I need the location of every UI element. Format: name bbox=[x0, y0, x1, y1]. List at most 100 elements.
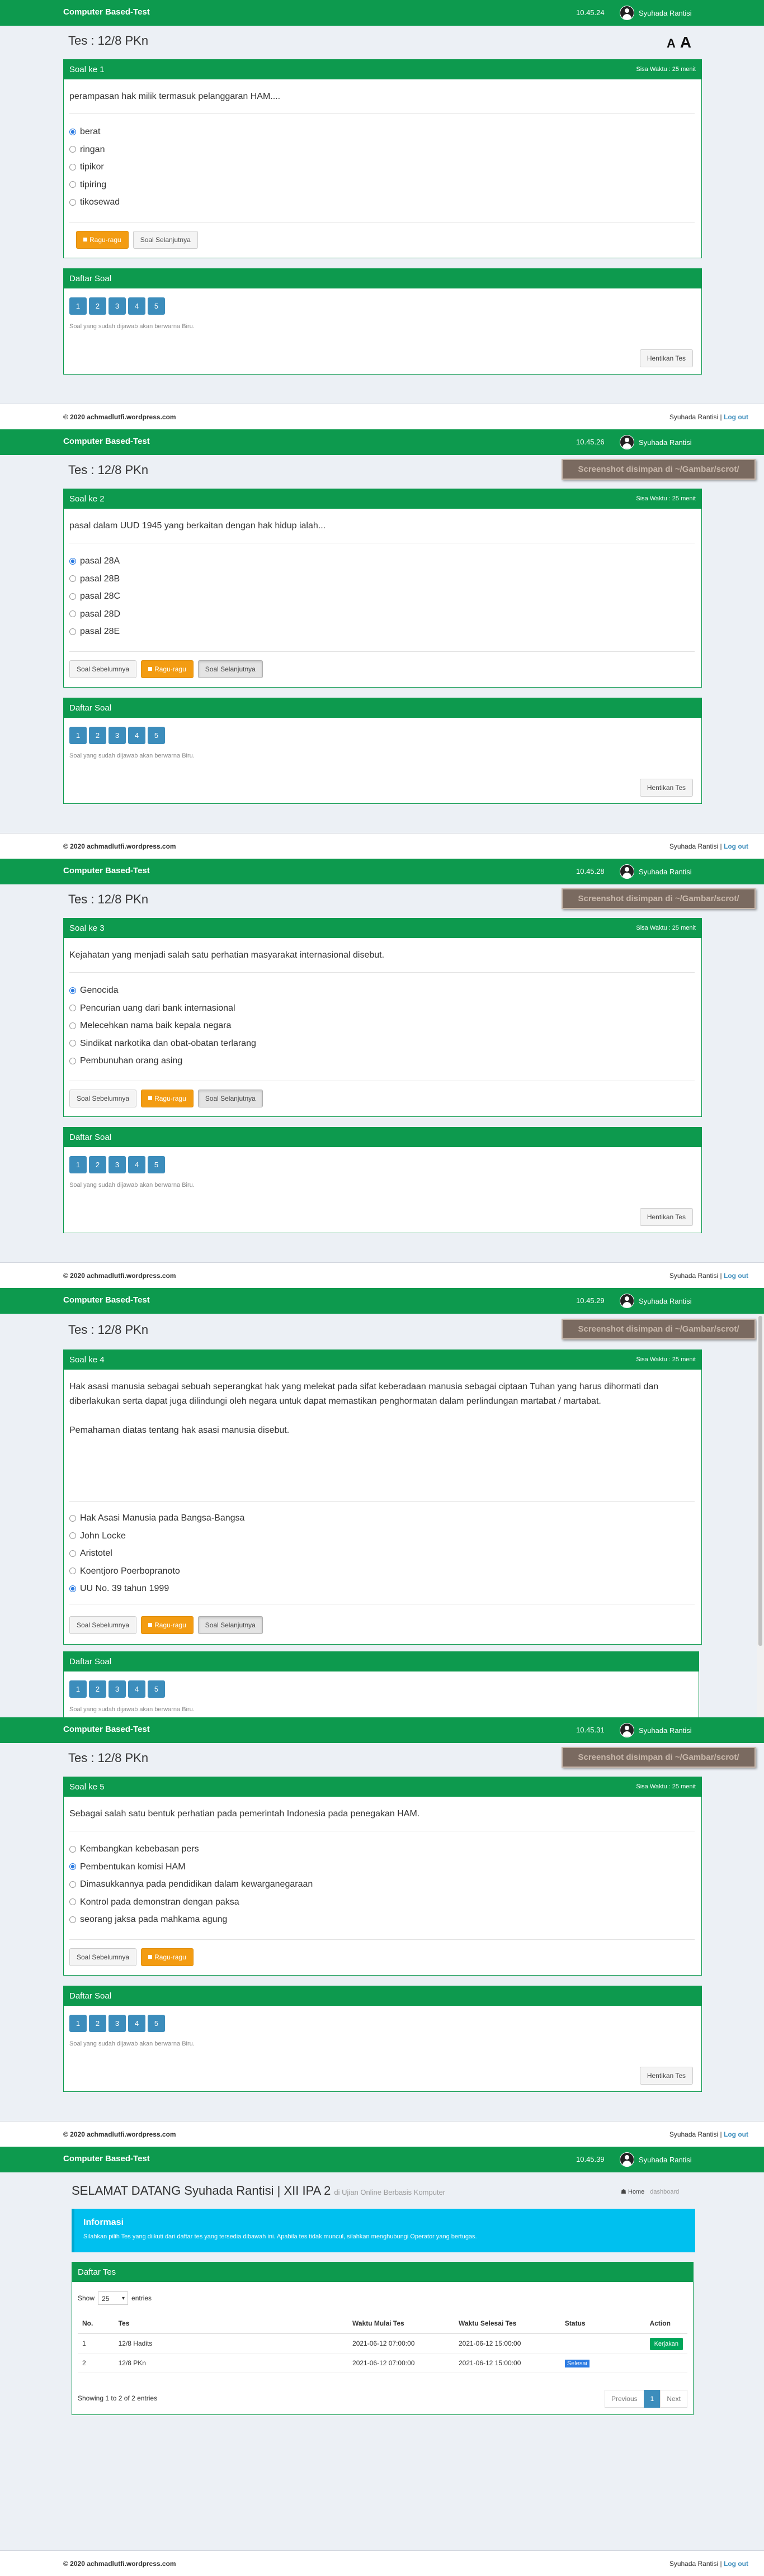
question-number-button[interactable]: 3 bbox=[109, 297, 126, 315]
page-length-select[interactable]: 25 bbox=[98, 2291, 129, 2305]
previous-page-button[interactable]: Previous bbox=[604, 2390, 644, 2408]
column-header[interactable]: Tes bbox=[114, 2314, 348, 2334]
radio-icon[interactable] bbox=[69, 1845, 76, 1853]
answer-option[interactable]: ringan bbox=[69, 141, 120, 159]
radio-icon[interactable] bbox=[69, 1898, 76, 1906]
answer-option[interactable]: Aristotel bbox=[69, 1545, 244, 1562]
question-number-button[interactable]: 1 bbox=[69, 2015, 87, 2032]
radio-selected-icon[interactable] bbox=[69, 987, 76, 994]
logout-link[interactable]: Log out bbox=[724, 413, 748, 421]
column-header[interactable]: Waktu Selesai Tes bbox=[454, 2314, 560, 2334]
scrollbar-thumb[interactable] bbox=[758, 1316, 762, 1646]
radio-selected-icon[interactable] bbox=[69, 128, 76, 135]
column-header[interactable]: Status bbox=[560, 2314, 645, 2334]
answer-option[interactable]: Sindikat narkotika dan obat-obatan terla… bbox=[69, 1035, 256, 1053]
question-number-button[interactable]: 4 bbox=[128, 727, 145, 744]
answer-option[interactable]: pasal 28E bbox=[69, 623, 120, 641]
radio-icon[interactable] bbox=[69, 163, 76, 171]
question-number-button[interactable]: 1 bbox=[69, 1680, 87, 1698]
brand[interactable]: Computer Based-Test bbox=[63, 7, 150, 17]
doubt-button[interactable]: Ragu-ragu bbox=[141, 1090, 194, 1107]
brand[interactable]: Computer Based-Test bbox=[63, 2154, 150, 2163]
doubt-button[interactable]: Ragu-ragu bbox=[141, 1616, 194, 1634]
question-number-button[interactable]: 2 bbox=[89, 1156, 106, 1173]
brand[interactable]: Computer Based-Test bbox=[63, 1295, 150, 1305]
prev-button[interactable]: Soal Sebelumnya bbox=[69, 1948, 137, 1966]
answer-option[interactable]: Genocida bbox=[69, 982, 256, 1000]
user-menu[interactable]: Syuhada Rantisi bbox=[620, 434, 692, 450]
radio-icon[interactable] bbox=[69, 198, 76, 206]
answer-option[interactable]: pasal 28B bbox=[69, 570, 120, 588]
next-button[interactable]: Soal Selanjutnya bbox=[197, 1090, 263, 1107]
next-button[interactable]: Soal Selanjutnya bbox=[133, 231, 198, 249]
radio-icon[interactable] bbox=[69, 1550, 76, 1557]
answer-option[interactable]: tipiring bbox=[69, 176, 120, 194]
copyright[interactable]: © 2020 achmadlutfi.wordpress.com bbox=[63, 2130, 176, 2138]
question-number-button[interactable]: 2 bbox=[89, 2015, 106, 2032]
answer-option[interactable]: Hak Asasi Manusia pada Bangsa-Bangsa bbox=[69, 1509, 244, 1527]
radio-icon[interactable] bbox=[69, 1057, 76, 1064]
question-number-button[interactable]: 4 bbox=[128, 1680, 145, 1698]
font-bigger-button[interactable]: A bbox=[680, 34, 691, 51]
logout-link[interactable]: Log out bbox=[724, 2560, 748, 2568]
answer-option[interactable]: Melecehkan nama baik kepala negara bbox=[69, 1017, 256, 1035]
stop-test-button[interactable]: Hentikan Tes bbox=[639, 779, 693, 797]
answer-option[interactable]: Kembangkan kebebasan pers bbox=[69, 1840, 313, 1858]
question-number-button[interactable]: 2 bbox=[89, 727, 106, 744]
answer-option[interactable]: Pembentukan komisi HAM bbox=[69, 1858, 313, 1876]
font-smaller-button[interactable]: A bbox=[667, 36, 676, 50]
question-number-button[interactable]: 3 bbox=[109, 1156, 126, 1173]
question-number-button[interactable]: 3 bbox=[109, 2015, 126, 2032]
question-number-button[interactable]: 5 bbox=[148, 297, 165, 315]
next-page-button[interactable]: Next bbox=[660, 2390, 687, 2408]
radio-icon[interactable] bbox=[69, 181, 76, 188]
answer-option[interactable]: Kontrol pada demonstran dengan paksa bbox=[69, 1893, 313, 1911]
copyright[interactable]: © 2020 achmadlutfi.wordpress.com bbox=[63, 1272, 176, 1280]
radio-icon[interactable] bbox=[69, 146, 76, 153]
column-header[interactable]: No. bbox=[78, 2314, 114, 2334]
brand[interactable]: Computer Based-Test bbox=[63, 866, 150, 875]
question-number-button[interactable]: 4 bbox=[128, 1156, 145, 1173]
doubt-button[interactable]: Ragu-ragu bbox=[76, 231, 129, 249]
copyright[interactable]: © 2020 achmadlutfi.wordpress.com bbox=[63, 842, 176, 850]
answer-option[interactable]: UU No. 39 tahun 1999 bbox=[69, 1580, 244, 1598]
copyright[interactable]: © 2020 achmadlutfi.wordpress.com bbox=[63, 413, 176, 421]
answer-option[interactable]: berat bbox=[69, 123, 120, 141]
question-number-button[interactable]: 5 bbox=[148, 1680, 165, 1698]
next-button[interactable]: Soal Selanjutnya bbox=[197, 660, 263, 678]
radio-selected-icon[interactable] bbox=[69, 557, 76, 565]
user-menu[interactable]: Syuhada Rantisi bbox=[620, 5, 692, 21]
breadcrumb-home[interactable]: Home bbox=[628, 2189, 644, 2195]
answer-option[interactable]: pasal 28A bbox=[69, 552, 120, 570]
prev-button[interactable]: Soal Sebelumnya bbox=[69, 1616, 137, 1634]
user-menu[interactable]: Syuhada Rantisi bbox=[620, 2152, 692, 2167]
radio-icon[interactable] bbox=[69, 1881, 76, 1888]
question-number-button[interactable]: 3 bbox=[109, 1680, 126, 1698]
logout-link[interactable]: Log out bbox=[724, 2130, 748, 2138]
answer-option[interactable]: Koentjoro Poerbopranoto bbox=[69, 1562, 244, 1580]
answer-option[interactable]: Dimasukkannya pada pendidikan dalam kewa… bbox=[69, 1876, 313, 1893]
radio-icon[interactable] bbox=[69, 1514, 76, 1522]
column-header[interactable]: Waktu Mulai Tes bbox=[348, 2314, 454, 2334]
brand[interactable]: Computer Based-Test bbox=[63, 437, 150, 446]
next-button[interactable]: Soal Selanjutnya bbox=[197, 1616, 263, 1634]
question-number-button[interactable]: 5 bbox=[148, 2015, 165, 2032]
logout-link[interactable]: Log out bbox=[724, 1272, 748, 1280]
radio-icon[interactable] bbox=[69, 575, 76, 583]
radio-icon[interactable] bbox=[69, 593, 76, 600]
question-number-button[interactable]: 2 bbox=[89, 297, 106, 315]
logout-link[interactable]: Log out bbox=[724, 842, 748, 850]
start-test-button[interactable]: Kerjakan bbox=[649, 2338, 683, 2350]
radio-selected-icon[interactable] bbox=[69, 1863, 76, 1871]
brand[interactable]: Computer Based-Test bbox=[63, 1725, 150, 1734]
radio-icon[interactable] bbox=[69, 1916, 76, 1923]
page-button[interactable]: 1 bbox=[643, 2390, 661, 2408]
question-number-button[interactable]: 1 bbox=[69, 727, 87, 744]
question-number-button[interactable]: 4 bbox=[128, 297, 145, 315]
user-menu[interactable]: Syuhada Rantisi bbox=[620, 1722, 692, 1738]
question-number-button[interactable]: 1 bbox=[69, 297, 87, 315]
stop-test-button[interactable]: Hentikan Tes bbox=[639, 2067, 693, 2085]
question-number-button[interactable]: 3 bbox=[109, 727, 126, 744]
radio-icon[interactable] bbox=[69, 1040, 76, 1047]
answer-option[interactable]: seorang jaksa pada mahkama agung bbox=[69, 1911, 313, 1929]
